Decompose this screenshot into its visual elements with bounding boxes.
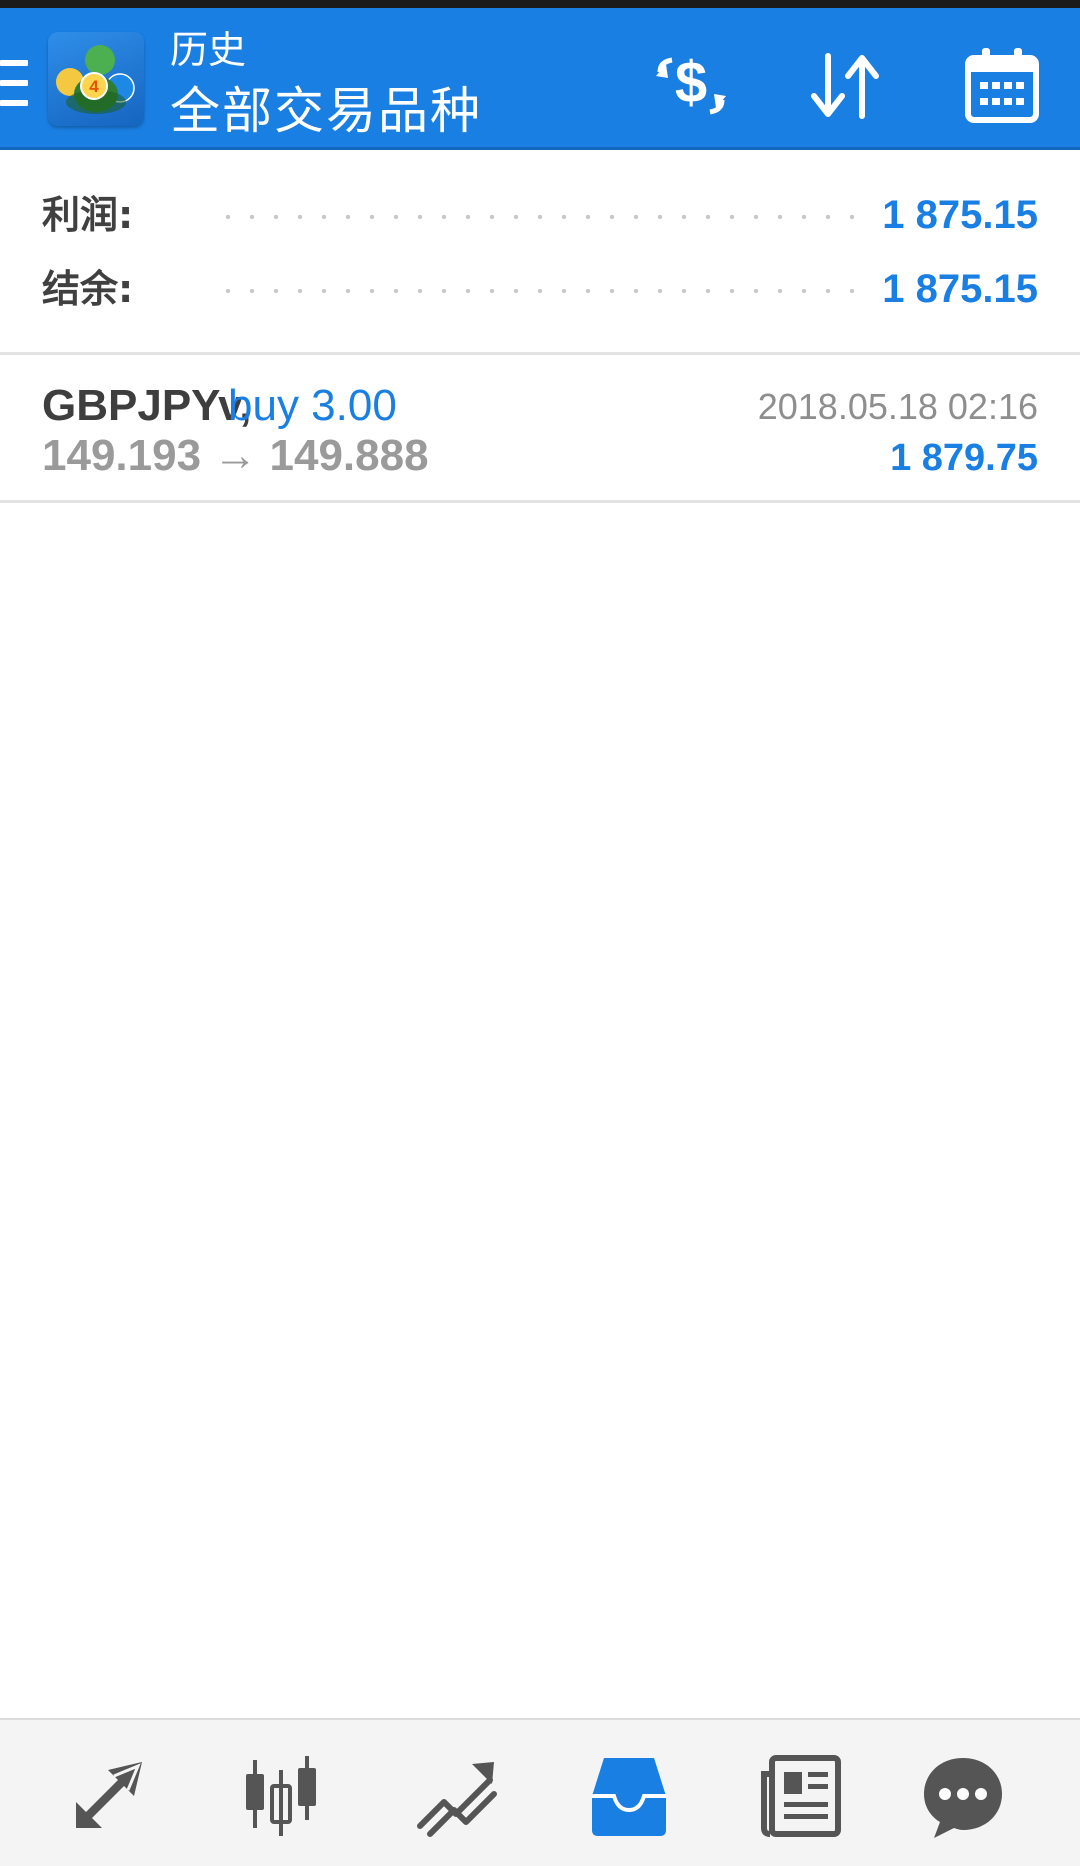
dotted-leader bbox=[216, 215, 854, 219]
trade-prices: 149.193 → 149.888 bbox=[42, 431, 429, 480]
news-icon[interactable] bbox=[756, 1750, 846, 1840]
summary-profit-row: 利润: 1 875.15 bbox=[0, 186, 1080, 246]
dotted-leader bbox=[216, 289, 854, 293]
bottom-navigation bbox=[0, 1718, 1080, 1866]
divider bbox=[0, 500, 1080, 503]
history-screen: 4 历史 全部交易品种 $ 利润: 1 875.15 结余: 1 875.15 … bbox=[0, 0, 1080, 1866]
app-bar: 4 历史 全部交易品种 $ bbox=[0, 8, 1080, 150]
quotes-icon[interactable] bbox=[64, 1750, 154, 1840]
metatrader-logo[interactable]: 4 bbox=[48, 32, 144, 126]
trade-icon[interactable] bbox=[410, 1750, 500, 1840]
sort-icon[interactable] bbox=[800, 46, 890, 126]
svg-text:4: 4 bbox=[89, 77, 99, 96]
balance-label: 结余: bbox=[42, 267, 134, 311]
trade-profit: 1 879.75 bbox=[890, 437, 1038, 479]
currency-exchange-icon[interactable]: $ bbox=[646, 46, 736, 126]
trade-list-item[interactable]: GBPJPYv, buy 3.00 149.193 → 149.888 2018… bbox=[0, 356, 1080, 502]
calendar-icon[interactable] bbox=[958, 46, 1048, 126]
header-subtitle: 历史 bbox=[170, 28, 247, 72]
svg-text:$: $ bbox=[675, 50, 707, 115]
chart-icon[interactable] bbox=[236, 1750, 326, 1840]
trade-type: buy 3.00 bbox=[228, 381, 397, 430]
trade-time: 2018.05.18 02:16 bbox=[757, 386, 1038, 427]
profit-label: 利润: bbox=[42, 193, 134, 237]
balance-value: 1 875.15 bbox=[882, 267, 1038, 311]
profit-value: 1 875.15 bbox=[882, 193, 1038, 237]
history-icon[interactable] bbox=[584, 1750, 674, 1840]
trade-symbol: GBPJPYv, bbox=[42, 381, 252, 430]
summary-balance-row: 结余: 1 875.15 bbox=[0, 260, 1080, 320]
header-title[interactable]: 全部交易品种 bbox=[170, 82, 482, 140]
status-bar bbox=[0, 0, 1080, 8]
menu-icon[interactable] bbox=[0, 60, 32, 106]
divider bbox=[0, 352, 1080, 355]
messages-icon[interactable] bbox=[918, 1750, 1008, 1840]
